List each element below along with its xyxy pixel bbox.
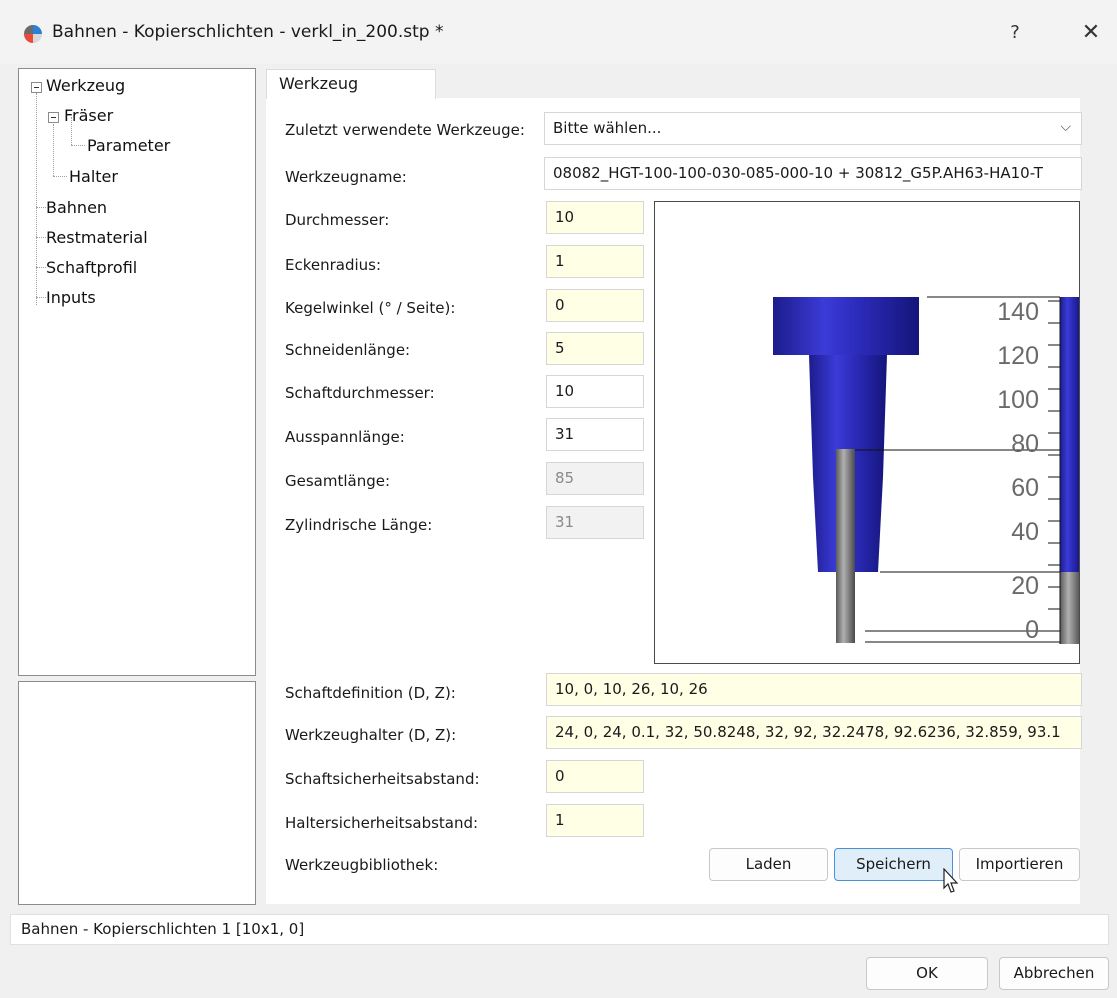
cyl-length-label: Zylindrische Länge: [285,516,433,534]
diameter-label: Durchmesser: [285,211,390,229]
app-icon [24,25,42,43]
ruler-tick-label: 120 [997,342,1039,370]
tree-item-restmaterial[interactable]: Restmaterial [46,228,148,247]
recent-tools-label: Zuletzt verwendete Werkzeuge: [285,121,525,139]
holder-head [773,297,919,355]
save-button[interactable]: Speichern [834,848,953,881]
title-bar: Bahnen - Kopierschlichten - verkl_in_200… [0,0,1117,64]
tab-werkzeug[interactable]: Werkzeug [266,69,436,99]
status-bar: Bahnen - Kopierschlichten 1 [10x1, 0] [10,914,1109,945]
total-length-field: 85 [546,462,644,495]
recent-tools-value: Bitte wählen... [553,119,662,137]
ruler-tick-label: 140 [997,298,1039,326]
holder-section-strip [1060,297,1079,572]
library-label: Werkzeugbibliothek: [285,856,439,874]
corner-radius-label: Eckenradius: [285,256,382,274]
tree-item-werkzeug[interactable]: Werkzeug [46,76,125,95]
tool-drawing: 140 120 100 80 60 40 20 0 [773,296,1079,644]
shank-safety-label: Schaftsicherheitsabstand: [285,770,480,788]
shank-diameter-field[interactable]: 10 [546,375,644,408]
cancel-button[interactable]: Abbrechen [999,957,1109,990]
import-button[interactable]: Importieren [959,848,1080,881]
close-button[interactable]: ✕ [1074,18,1108,48]
shank-safety-field[interactable]: 0 [546,760,644,793]
ruler-tick-label: 100 [997,386,1039,414]
cone-angle-label: Kegelwinkel (° / Seite): [285,299,456,317]
shank-section-strip [1060,572,1079,644]
tool-preview-canvas: 140 120 100 80 60 40 20 0 [654,201,1080,664]
tree-item-inputs[interactable]: Inputs [46,288,96,307]
tree-connector [53,176,67,177]
tree-connector [36,93,37,305]
holder-safety-label: Haltersicherheitsabstand: [285,814,479,832]
holder-def-field[interactable]: 24, 0, 24, 0.1, 32, 50.8248, 32, 92, 32.… [546,716,1082,749]
tree-item-halter[interactable]: Halter [69,167,118,186]
ruler-tick-label: 80 [1011,430,1039,458]
navigation-tree[interactable]: Werkzeug Fräser Parameter Halter Bahnen … [18,68,256,676]
tree-connector [36,267,46,268]
cutting-length-field[interactable]: 5 [546,332,644,365]
tree-connector [36,297,46,298]
cutting-length-label: Schneidenlänge: [285,341,411,359]
ruler-tick-label: 20 [1011,572,1039,600]
cone-angle-field[interactable]: 0 [546,289,644,322]
holder-def-label: Werkzeughalter (D, Z): [285,726,457,744]
diameter-field[interactable]: 10 [546,201,644,234]
tool-name-label: Werkzeugname: [285,168,407,186]
stickout-length-field[interactable]: 31 [546,418,644,451]
shank-def-label: Schaftdefinition (D, Z): [285,684,456,702]
tab-label: Werkzeug [279,74,359,93]
tree-connector [36,237,46,238]
stickout-length-label: Ausspannlänge: [285,428,405,446]
collapse-icon[interactable] [31,82,42,93]
tree-item-parameter[interactable]: Parameter [87,136,170,155]
collapse-icon[interactable] [48,112,59,123]
ruler-tick-label: 0 [1025,616,1039,644]
total-length-label: Gesamtlänge: [285,472,391,490]
tool-name-field[interactable]: 08082_HGT-100-100-030-085-000-10 + 30812… [544,157,1082,190]
holder-safety-field[interactable]: 1 [546,804,644,837]
help-button[interactable]: ? [1000,18,1030,48]
tree-connector [53,124,54,176]
tree-connector [36,207,46,208]
ruler-tick-label: 40 [1011,518,1039,546]
tree-item-fraeser[interactable]: Fräser [64,106,113,125]
tree-preview-panel [18,681,256,905]
tree-item-bahnen[interactable]: Bahnen [46,198,107,217]
tool-shank [836,449,855,643]
tree-connector [71,145,85,146]
window-title: Bahnen - Kopierschlichten - verkl_in_200… [52,22,444,42]
shank-def-field[interactable]: 10, 0, 10, 26, 10, 26 [546,673,1082,706]
load-button[interactable]: Laden [709,848,828,881]
chevron-down-icon[interactable]: ⌵ [1060,119,1071,135]
corner-radius-field[interactable]: 1 [546,245,644,278]
ruler-tick-label: 60 [1011,474,1039,502]
ruler-ticks [1048,300,1060,632]
ok-button[interactable]: OK [866,957,988,990]
shank-diameter-label: Schaftdurchmesser: [285,384,435,402]
recent-tools-select[interactable]: Bitte wählen... ⌵ [544,112,1082,145]
mouse-pointer-icon [943,868,959,893]
cyl-length-field: 31 [546,506,644,539]
tree-item-schaftprofil[interactable]: Schaftprofil [46,258,137,277]
